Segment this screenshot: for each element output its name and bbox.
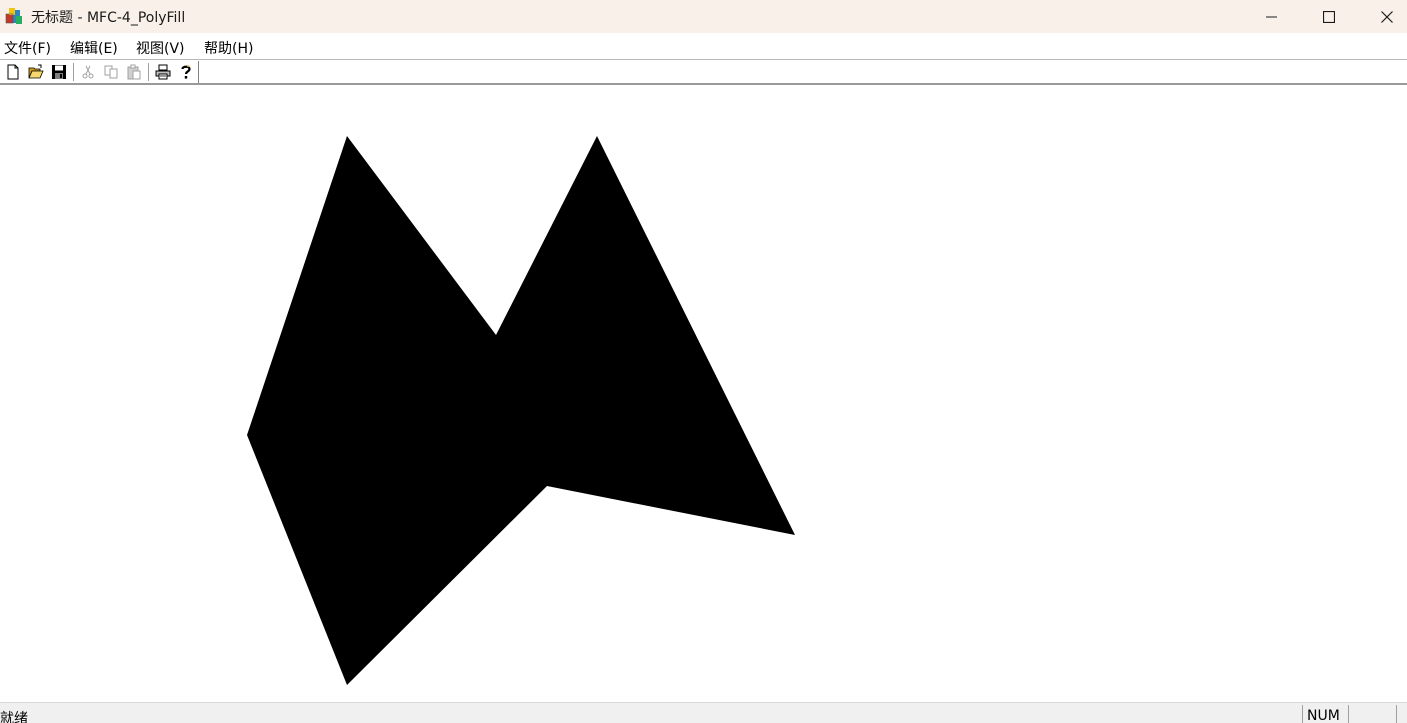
- paste-icon: [127, 64, 141, 80]
- cut-button[interactable]: [78, 62, 98, 82]
- polygon-drawing: [247, 136, 795, 685]
- minimize-icon: [1266, 16, 1277, 17]
- maximize-button[interactable]: [1300, 0, 1358, 33]
- window-title: 无标题 - MFC-4_PolyFill: [31, 10, 186, 26]
- status-bar: 就绪 NUM: [0, 702, 1407, 723]
- save-button[interactable]: [49, 62, 69, 82]
- print-icon: [155, 64, 171, 80]
- cut-scissors-icon: [82, 65, 94, 79]
- new-document-icon: [7, 64, 19, 80]
- copy-icon: [104, 65, 118, 79]
- open-folder-icon: [28, 64, 44, 79]
- menu-view[interactable]: 视图(V): [136, 38, 185, 58]
- print-button[interactable]: [153, 62, 173, 82]
- open-button[interactable]: [26, 62, 46, 82]
- app-icon: [5, 8, 22, 24]
- title-bar[interactable]: 无标题 - MFC-4_PolyFill: [0, 0, 1407, 33]
- status-message: 就绪: [0, 711, 28, 723]
- menu-edit[interactable]: 编辑(E): [70, 38, 118, 58]
- toolbar-separator: [148, 63, 149, 81]
- help-question-icon: [181, 65, 191, 79]
- close-icon: [1381, 10, 1393, 23]
- app-window: 无标题 - MFC-4_PolyFill 文件(F) 编辑(E) 视图(V) 帮…: [0, 0, 1407, 723]
- menu-bar: 文件(F) 编辑(E) 视图(V) 帮助(H): [0, 33, 1407, 59]
- menu-help[interactable]: 帮助(H): [204, 38, 253, 58]
- toolbar-separator: [73, 63, 74, 81]
- filled-polygon: [247, 136, 795, 685]
- toolbar: [0, 59, 1407, 84]
- close-button[interactable]: [1358, 0, 1407, 33]
- save-disk-icon: [52, 65, 66, 79]
- toolbar-end-divider: [198, 61, 199, 83]
- status-pane-empty: [1348, 705, 1397, 723]
- copy-button[interactable]: [101, 62, 121, 82]
- num-lock-indicator: NUM: [1302, 705, 1348, 723]
- status-pane-grip: [1396, 705, 1407, 723]
- menu-file[interactable]: 文件(F): [4, 38, 51, 58]
- view-canvas[interactable]: [0, 85, 1407, 702]
- help-button[interactable]: [176, 62, 196, 82]
- maximize-icon: [1323, 10, 1335, 23]
- paste-button[interactable]: [124, 62, 144, 82]
- minimize-button[interactable]: [1243, 0, 1301, 33]
- new-button[interactable]: [3, 62, 23, 82]
